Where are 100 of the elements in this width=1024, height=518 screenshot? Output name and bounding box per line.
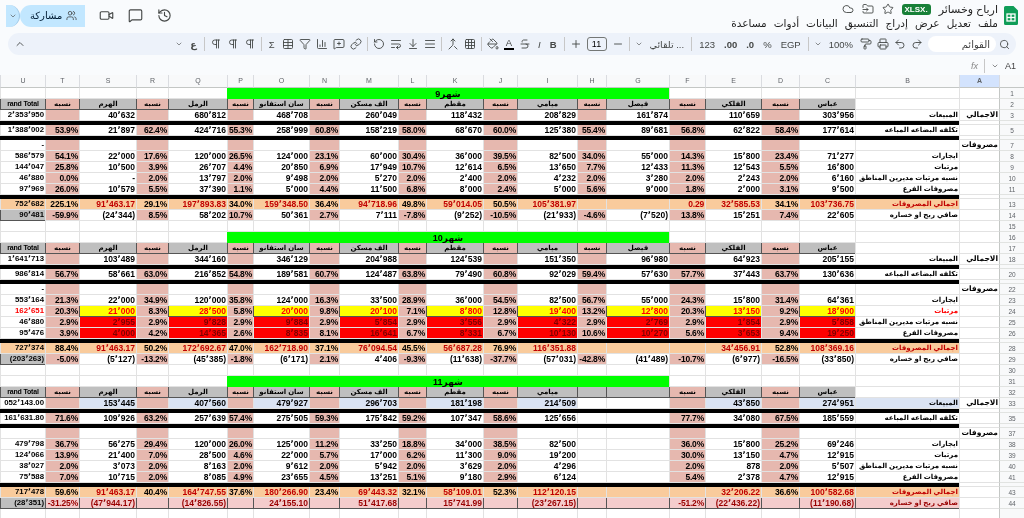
italic-button[interactable]: I bbox=[536, 38, 543, 50]
table-cell bbox=[705, 284, 761, 295]
paint-roller-icon[interactable] bbox=[860, 38, 872, 50]
table-cell: (14٬826.55) bbox=[168, 498, 227, 509]
caret-icon[interactable] bbox=[991, 62, 999, 70]
comment-icon[interactable] bbox=[128, 8, 144, 23]
menu-item[interactable]: عرض bbox=[914, 16, 940, 29]
table-cell: (33٬850) bbox=[799, 354, 855, 365]
caret-icon[interactable] bbox=[634, 40, 643, 48]
table-cell bbox=[606, 199, 669, 210]
table-cell bbox=[577, 284, 606, 295]
table-cell bbox=[398, 140, 426, 151]
table-cell bbox=[0, 428, 45, 439]
vertical-align-icon[interactable] bbox=[406, 38, 419, 50]
table-cell bbox=[606, 428, 669, 439]
table-cell bbox=[606, 450, 669, 461]
table-cell bbox=[168, 428, 227, 439]
print-icon[interactable] bbox=[877, 38, 889, 50]
input-tools-button[interactable]: ع bbox=[188, 38, 199, 50]
video-call-icon[interactable] bbox=[99, 8, 115, 23]
paragraph-icon[interactable] bbox=[209, 38, 222, 50]
bold-button[interactable]: B bbox=[547, 38, 559, 50]
chart-icon[interactable] bbox=[315, 38, 328, 50]
paragraph-icon[interactable] bbox=[243, 38, 256, 50]
table-cell: -10.7% bbox=[669, 354, 705, 365]
table-cell bbox=[168, 365, 227, 376]
table-cell: 10.7% bbox=[227, 210, 253, 221]
decrease-decimals-button[interactable]: .0 bbox=[744, 38, 757, 50]
move-folder-icon[interactable] bbox=[861, 3, 874, 15]
table-cell bbox=[761, 254, 799, 265]
table-cell bbox=[761, 221, 799, 232]
table-cell bbox=[606, 472, 669, 483]
text-color-button[interactable]: A bbox=[503, 38, 514, 50]
redo-icon[interactable] bbox=[911, 38, 923, 50]
font-dropdown[interactable]: تلقائي ... bbox=[647, 38, 687, 50]
spreadsheet-logo-icon[interactable] bbox=[1004, 6, 1018, 25]
zoom-dropdown[interactable]: 100% bbox=[826, 38, 855, 50]
table-cell bbox=[45, 365, 79, 376]
undo-icon[interactable] bbox=[894, 38, 906, 50]
table-cell bbox=[398, 398, 426, 409]
table-cell bbox=[669, 140, 705, 151]
paragraph-icon[interactable] bbox=[226, 38, 239, 50]
caret-icon[interactable] bbox=[175, 40, 184, 48]
table-icon[interactable] bbox=[281, 38, 294, 50]
table-cell bbox=[339, 428, 398, 439]
table-cell bbox=[669, 398, 705, 409]
plus-icon[interactable] bbox=[569, 38, 582, 50]
table-cell bbox=[79, 284, 136, 295]
history-icon[interactable] bbox=[157, 8, 173, 23]
borders-icon[interactable] bbox=[463, 38, 476, 50]
table-cell bbox=[483, 110, 517, 121]
share-button[interactable]: مشاركة bbox=[20, 4, 86, 27]
link-icon[interactable] bbox=[349, 38, 362, 50]
star-icon[interactable] bbox=[881, 3, 894, 15]
menu-item[interactable]: إدراج bbox=[885, 16, 908, 29]
table-cell bbox=[577, 472, 606, 483]
cloud-icon[interactable] bbox=[841, 3, 854, 15]
table-cell: -1.8% bbox=[227, 354, 253, 365]
rotate-text-icon[interactable] bbox=[372, 38, 385, 50]
menu-item[interactable]: أدوات bbox=[773, 16, 800, 29]
table-cell bbox=[309, 140, 339, 151]
menu-item[interactable]: ملف bbox=[978, 16, 998, 29]
number-format-button[interactable]: 123 bbox=[697, 38, 717, 50]
align-icon[interactable] bbox=[423, 38, 436, 50]
table-cell bbox=[606, 398, 669, 409]
table-cell bbox=[799, 428, 855, 439]
currency-button[interactable]: EGP bbox=[778, 38, 803, 50]
table-cell: (22٬436.22) bbox=[705, 498, 761, 509]
table-cell bbox=[79, 221, 136, 232]
table-cell bbox=[45, 398, 79, 409]
font-size-field[interactable]: 11 bbox=[586, 37, 607, 51]
menu-item[interactable]: تعديل bbox=[946, 16, 971, 29]
add-comment-icon[interactable] bbox=[332, 38, 345, 50]
table-cell bbox=[606, 284, 669, 295]
group-label bbox=[959, 343, 999, 354]
menu-search-field[interactable]: القوائم bbox=[928, 36, 996, 52]
name-box[interactable]: A1 bbox=[1005, 61, 1016, 71]
functions-button[interactable]: Σ bbox=[266, 38, 277, 50]
table-cell bbox=[577, 439, 606, 450]
table-cell bbox=[517, 284, 577, 295]
wrap-text-icon[interactable] bbox=[389, 38, 402, 50]
table-cell bbox=[426, 284, 483, 295]
merge-icon[interactable] bbox=[446, 38, 459, 50]
percent-button[interactable]: % bbox=[761, 38, 774, 50]
group-label bbox=[959, 269, 999, 280]
table-cell: 22٬605 bbox=[799, 210, 855, 221]
filter-icon[interactable] bbox=[298, 38, 311, 50]
increase-decimals-button[interactable]: .00 bbox=[722, 38, 740, 50]
table-cell bbox=[606, 439, 669, 450]
strikethrough-icon[interactable] bbox=[519, 38, 531, 50]
document-title[interactable]: ارباح وخسائر bbox=[938, 2, 998, 16]
table-cell bbox=[669, 487, 705, 498]
fill-color-icon[interactable] bbox=[486, 38, 499, 50]
table-cell: (11٬190.68) bbox=[799, 498, 855, 509]
table-cell: 15٬251 bbox=[705, 210, 761, 221]
menu-item[interactable]: البيانات bbox=[806, 16, 838, 29]
caret-icon[interactable] bbox=[813, 40, 822, 48]
table-cell: (23٬267.15) bbox=[517, 498, 577, 509]
menu-item[interactable]: مساعدة bbox=[731, 16, 767, 29]
menu-item[interactable]: التنسيق bbox=[844, 16, 879, 29]
